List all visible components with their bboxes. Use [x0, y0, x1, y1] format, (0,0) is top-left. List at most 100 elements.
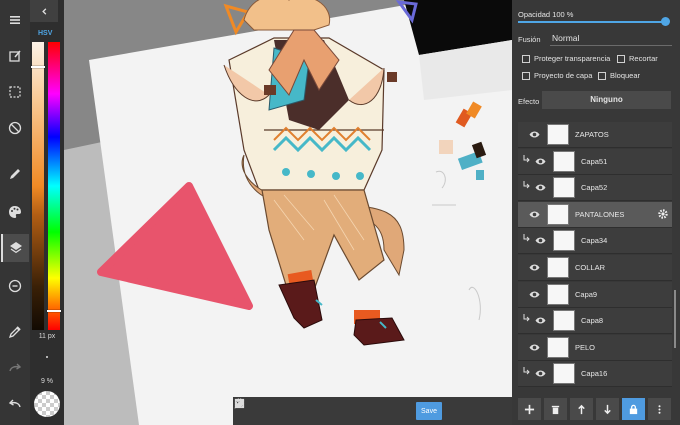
edit-icon[interactable] [1, 42, 29, 70]
palette-icon[interactable] [1, 198, 29, 226]
layer-panel: Opacidad 100 % Fusión Normal Proteger tr… [512, 0, 680, 425]
layer-thumbnail [553, 177, 575, 199]
move-layer-down-icon[interactable] [596, 398, 619, 420]
protect-transparency-checkbox[interactable]: Proteger transparencia [522, 54, 610, 63]
hue-slider[interactable] [47, 42, 61, 330]
layer-thumbnail [547, 257, 569, 278]
checkbox-box[interactable] [522, 54, 530, 63]
layer-row[interactable]: Capa16 [518, 361, 672, 388]
effect-select[interactable]: Ninguno [542, 91, 671, 109]
visibility-eye-icon[interactable] [529, 290, 540, 299]
grid-menu-icon[interactable] [235, 399, 469, 422]
layer-row[interactable]: Capa52 [518, 175, 672, 202]
layer-row[interactable]: PELO [518, 334, 672, 361]
checkbox-box[interactable] [617, 54, 625, 63]
canvas-artwork [64, 0, 512, 425]
layer-thumbnail [553, 363, 575, 385]
hue-slider-thumb[interactable] [47, 310, 61, 312]
layer-row[interactable]: PANTALONES [518, 201, 672, 228]
layer-opacity-slider[interactable] [518, 21, 668, 23]
layer-project-label: Proyecto de capa [534, 71, 593, 80]
no-draw-icon[interactable] [1, 114, 29, 142]
layer-name: Capa9 [575, 289, 598, 299]
layer-list-scrollbar[interactable] [674, 290, 676, 348]
bottom-toolbar: Save [233, 397, 512, 425]
layer-list: ZAPATOS Capa51 Capa52 PANTALONES Capa34 COLLA… [518, 122, 672, 388]
clip-arrow-icon [523, 367, 530, 375]
brush-icon[interactable] [1, 160, 29, 188]
layer-row[interactable]: Capa8 [518, 308, 672, 335]
visibility-eye-icon[interactable] [535, 157, 546, 166]
layer-thumbnail [547, 336, 569, 358]
layer-row[interactable]: COLLAR [518, 255, 672, 281]
rotate-right-icon[interactable] [235, 398, 386, 422]
menu-icon[interactable] [1, 6, 29, 34]
layer-more-options-icon[interactable] [648, 398, 671, 420]
clear-selection-icon[interactable] [234, 398, 336, 422]
current-color-swatch[interactable] [34, 391, 60, 417]
eraser-tool-icon[interactable] [235, 400, 311, 422]
color-panel: HSV 11 px 9 % [30, 0, 64, 425]
pen-tool-icon[interactable] [235, 399, 286, 422]
add-layer-icon[interactable] [518, 398, 541, 420]
layer-name: Capa51 [581, 156, 608, 166]
selection-icon[interactable] [1, 78, 29, 106]
visibility-eye-icon[interactable] [529, 210, 540, 219]
visibility-eye-icon[interactable] [535, 236, 546, 245]
layer-project-checkbox[interactable]: Proyecto de capa [522, 71, 592, 80]
protect-transparency-label: Proteger transparencia [534, 54, 611, 63]
layer-thumbnail [547, 203, 569, 225]
delete-layer-icon[interactable] [544, 398, 567, 420]
layer-row[interactable]: ZAPATOS [518, 122, 672, 148]
value-slider[interactable] [31, 42, 45, 330]
collapse-panel-button[interactable] [30, 0, 58, 22]
layer-thumbnail [547, 124, 569, 145]
layers-icon[interactable] [1, 234, 29, 262]
visibility-eye-icon[interactable] [529, 263, 540, 272]
layer-row[interactable]: Capa34 [518, 228, 672, 255]
clip-arrow-icon [523, 154, 530, 162]
brush-size-label: 11 px [38, 333, 56, 340]
clip-checkbox[interactable]: Recortar [617, 54, 658, 63]
clip-arrow-icon [523, 181, 530, 189]
brush-opacity-label: 9 % [40, 378, 54, 385]
visibility-eye-icon[interactable] [529, 343, 540, 352]
blend-mode-label: Fusión [518, 35, 541, 44]
eyedropper-icon[interactable] [1, 318, 29, 346]
layer-row[interactable]: Capa9 [518, 281, 672, 308]
rotate-left-icon[interactable] [235, 398, 361, 422]
visibility-eye-icon[interactable] [535, 316, 546, 325]
layer-thumbnail [547, 283, 569, 305]
redo-icon[interactable] [1, 354, 29, 382]
layer-thumbnail [553, 310, 575, 332]
visibility-eye-icon[interactable] [529, 130, 540, 139]
visibility-eye-icon[interactable] [535, 183, 546, 192]
layer-settings-gear-icon[interactable] [657, 208, 669, 220]
value-slider-thumb[interactable] [31, 66, 45, 68]
lock-label: Bloquear [610, 71, 641, 80]
chevron-left-icon [41, 7, 46, 15]
layer-name: PELO [575, 342, 596, 352]
drawing-canvas[interactable]: Save [64, 0, 512, 425]
clip-arrow-icon [523, 314, 530, 322]
checkbox-box[interactable] [598, 71, 606, 80]
save-button[interactable]: Save [416, 402, 442, 420]
undo-icon[interactable] [1, 390, 29, 418]
lock-checkbox[interactable]: Bloquear [598, 71, 640, 80]
checkbox-box[interactable] [522, 71, 530, 80]
layer-thumbnail [553, 150, 575, 172]
circle-icon[interactable] [1, 272, 29, 300]
layer-thumbnail [553, 230, 575, 252]
layer-row[interactable]: Capa51 [518, 148, 672, 175]
move-layer-up-icon[interactable] [570, 398, 593, 420]
layer-name: ZAPATOS [575, 130, 609, 139]
layer-opacity-thumb[interactable] [661, 17, 670, 26]
color-mode-label[interactable]: HSV [38, 30, 52, 37]
blend-mode-select[interactable]: Normal [550, 30, 672, 46]
transform-icon[interactable] [234, 398, 411, 422]
layer-opacity-label: Opacidad 100 % [518, 10, 574, 19]
layer-name: COLLAR [575, 263, 606, 272]
visibility-eye-icon[interactable] [535, 369, 546, 378]
lock-layer-icon[interactable] [622, 398, 645, 420]
layer-name: Capa34 [581, 236, 608, 246]
